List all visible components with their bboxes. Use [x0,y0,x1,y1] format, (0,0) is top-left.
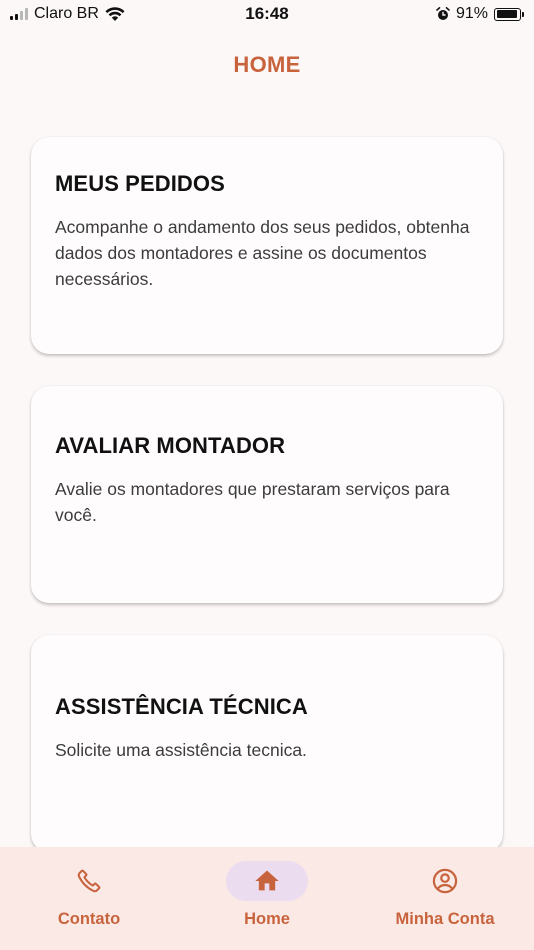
status-left: Claro BR [10,5,125,23]
status-right: 91% [436,5,524,23]
status-bar: Claro BR 16:48 91% [0,0,534,28]
page-title: HOME [233,52,301,77]
card-title: ASSISTÊNCIA TÉCNICA [55,694,308,719]
carrier-name: Claro BR [34,5,99,22]
nav-icon-container [226,861,308,901]
home-icon [255,870,279,891]
nav-icon-container [48,861,130,901]
nav-icon-container [404,861,486,901]
nav-label: Home [244,910,290,928]
nav-item-minha-conta[interactable]: Minha Conta [356,847,534,929]
battery-percent: 91% [455,5,488,22]
card-description: Acompanhe o andamento dos seus pedidos, … [55,217,470,289]
bottom-nav: Contato Home Minha Conta [0,847,534,950]
card-description: Avalie os montadores que prestaram servi… [55,479,450,525]
alarm-icon [436,7,450,20]
account-circle-icon [432,868,458,894]
card-assistencia-tecnica[interactable]: ASSISTÊNCIA TÉCNICA Solicite uma assistê… [31,635,503,852]
signal-icon [10,8,28,20]
phone-icon [77,869,101,893]
nav-item-home[interactable]: Home [178,847,356,929]
card-avaliar-montador[interactable]: AVALIAR MONTADOR Avalie os montadores qu… [31,386,503,603]
card-meus-pedidos[interactable]: MEUS PEDIDOS Acompanhe o andamento dos s… [31,137,503,354]
battery-fill [496,10,517,18]
nav-item-contato[interactable]: Contato [0,847,178,929]
card-description: Solicite uma assistência tecnica. [55,740,307,760]
nav-label: Minha Conta [395,910,495,928]
battery-icon [494,7,524,21]
card-title: AVALIAR MONTADOR [55,433,286,458]
card-title: MEUS PEDIDOS [55,171,225,196]
wifi-icon [105,6,125,21]
nav-label: Contato [57,910,121,928]
